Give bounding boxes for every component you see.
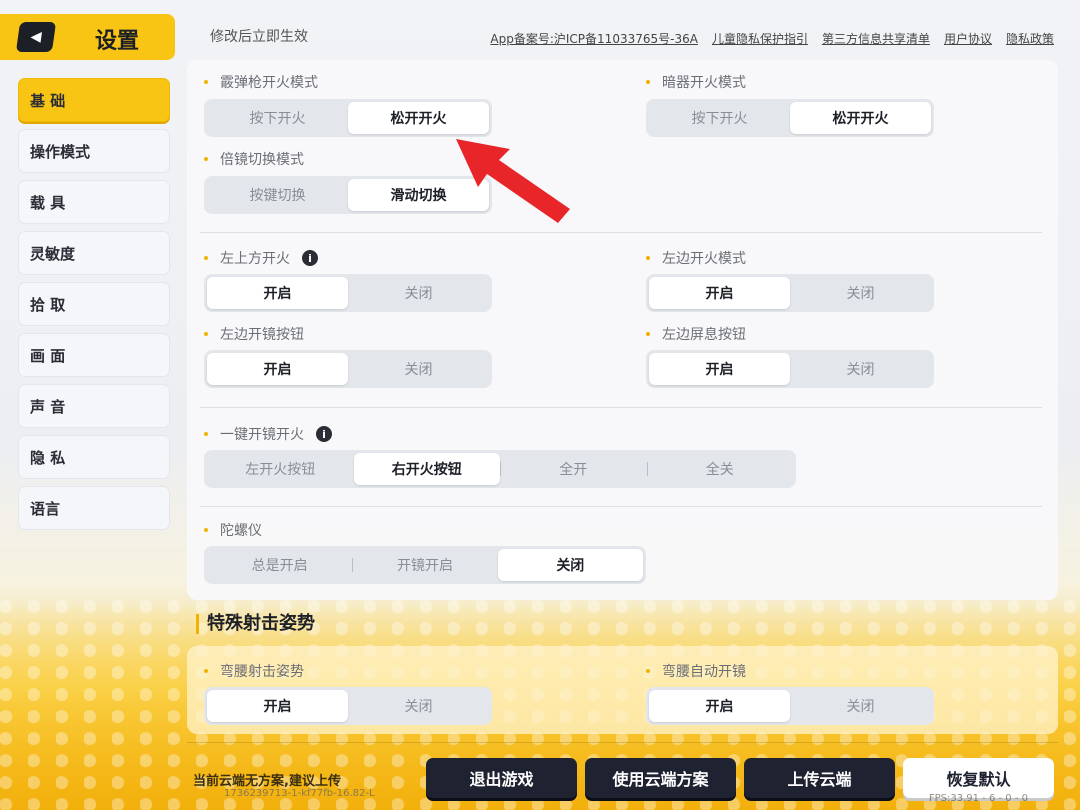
left-hold-breath-off[interactable]: 关闭	[790, 353, 931, 385]
link-user-agreement[interactable]: 用户协议	[944, 30, 992, 47]
gyro-off[interactable]: 关闭	[497, 549, 643, 581]
link-child-privacy[interactable]: 儿童隐私保护指引	[712, 30, 808, 47]
left-hold-breath-on[interactable]: 开启	[649, 353, 790, 385]
page-title: 设置	[95, 29, 140, 54]
crouch-auto-scope-off[interactable]: 关闭	[790, 690, 931, 722]
top-left-fire-label: 左上方开火 i	[204, 248, 318, 268]
shotgun-fire-toggle: 按下开火 松开开火	[204, 99, 492, 137]
left-hold-breath-label: 左边屏息按钮	[646, 324, 746, 344]
header-title-bar: ◀ 设置	[0, 14, 175, 60]
back-arrow-icon: ◀	[29, 29, 43, 45]
use-cloud-plan-button[interactable]: 使用云端方案	[585, 758, 736, 798]
throwable-fire-toggle: 按下开火 松开开火	[646, 99, 934, 137]
back-button[interactable]: ◀	[15, 22, 57, 52]
link-privacy-policy[interactable]: 隐私政策	[1006, 30, 1054, 47]
sidebar-item-audio[interactable]: 声 音	[18, 384, 170, 428]
crouch-auto-scope-label: 弯腰自动开镜	[646, 661, 746, 681]
throwable-option-release[interactable]: 松开开火	[790, 102, 931, 134]
one-tap-scope-fire-toggle: 左开火按钮 右开火按钮 全开 全关	[204, 450, 796, 488]
exit-game-button[interactable]: 退出游戏	[426, 758, 577, 798]
one-tap-all-on[interactable]: 全开	[500, 453, 647, 485]
top-left-fire-on[interactable]: 开启	[207, 277, 348, 309]
shotgun-option-release[interactable]: 松开开火	[348, 102, 489, 134]
bullet-dot	[646, 669, 650, 673]
throwable-label: 暗器开火模式	[646, 72, 746, 92]
bullet-dot	[204, 332, 208, 336]
scope-switch-toggle: 按键切换 滑动切换	[204, 176, 492, 214]
top-links: App备案号:沪ICP备11033765号-36A 儿童隐私保护指引 第三方信息…	[490, 30, 1054, 47]
red-arrow-icon	[456, 139, 570, 223]
left-scope-btn-toggle: 开启 关闭	[204, 350, 492, 388]
sidebar: 基 础 操作模式 载 具 灵敏度 拾 取 画 面 声 音 隐 私 语言	[18, 78, 170, 537]
gyro-always-on[interactable]: 总是开启	[207, 549, 352, 581]
cloud-id: 1736239713-1-kf77fb-16.82-L	[224, 788, 375, 799]
top-left-fire-toggle: 开启 关闭	[204, 274, 492, 312]
left-scope-btn-label: 左边开镜按钮	[204, 324, 304, 344]
footer-divider	[187, 742, 1058, 743]
bullet-dot	[204, 528, 208, 532]
shotgun-label: 霰弹枪开火模式	[204, 72, 318, 92]
sidebar-item-basic[interactable]: 基 础	[18, 78, 170, 122]
sidebar-item-control-mode[interactable]: 操作模式	[18, 129, 170, 173]
cloud-status-text: 当前云端无方案,建议上传	[193, 774, 341, 789]
divider	[200, 506, 1042, 507]
scope-switch-label: 倍镜切换模式	[204, 149, 304, 169]
sidebar-item-graphics[interactable]: 画 面	[18, 333, 170, 377]
one-tap-all-off[interactable]: 全关	[646, 453, 794, 485]
restore-default-button[interactable]: 恢复默认	[903, 758, 1054, 798]
special-section-title: 特殊射击姿势	[196, 614, 315, 634]
link-icp[interactable]: App备案号:沪ICP备11033765号-36A	[490, 30, 698, 47]
divider	[200, 232, 1042, 233]
link-third-party[interactable]: 第三方信息共享清单	[822, 30, 930, 47]
left-scope-btn-off[interactable]: 关闭	[348, 353, 489, 385]
sidebar-item-privacy[interactable]: 隐 私	[18, 435, 170, 479]
shotgun-option-press[interactable]: 按下开火	[207, 102, 348, 134]
bullet-dot	[204, 669, 208, 673]
upload-cloud-button[interactable]: 上传云端	[744, 758, 895, 798]
top-left-fire-off[interactable]: 关闭	[348, 277, 489, 309]
sidebar-item-pickup[interactable]: 拾 取	[18, 282, 170, 326]
crouch-auto-scope-toggle: 开启 关闭	[646, 687, 934, 725]
bullet-dot	[646, 256, 650, 260]
crouch-stance-toggle: 开启 关闭	[204, 687, 492, 725]
left-scope-btn-on[interactable]: 开启	[207, 353, 348, 385]
left-fire-mode-on[interactable]: 开启	[649, 277, 790, 309]
bullet-dot	[646, 80, 650, 84]
info-icon[interactable]: i	[302, 250, 318, 266]
sidebar-item-vehicle[interactable]: 载 具	[18, 180, 170, 224]
crouch-auto-scope-on[interactable]: 开启	[649, 690, 790, 722]
scope-option-button[interactable]: 按键切换	[207, 179, 348, 211]
one-tap-right-fire[interactable]: 右开火按钮	[353, 453, 500, 485]
bullet-dot	[646, 332, 650, 336]
crouch-stance-off[interactable]: 关闭	[348, 690, 489, 722]
apply-hint: 修改后立即生效	[210, 29, 308, 45]
gyro-scope-on[interactable]: 开镜开启	[352, 549, 497, 581]
bullet-dot	[204, 157, 208, 161]
gyro-label: 陀螺仪	[204, 520, 262, 540]
fps-readout: FPS:33.91 - 6 - 0 - 0	[928, 793, 1028, 804]
crouch-stance-on[interactable]: 开启	[207, 690, 348, 722]
sidebar-item-sensitivity[interactable]: 灵敏度	[18, 231, 170, 275]
crouch-stance-label: 弯腰射击姿势	[204, 661, 304, 681]
bullet-dot	[204, 432, 208, 436]
settings-panel	[187, 60, 1058, 600]
left-fire-mode-toggle: 开启 关闭	[646, 274, 934, 312]
throwable-option-press[interactable]: 按下开火	[649, 102, 790, 134]
info-icon[interactable]: i	[316, 426, 332, 442]
left-hold-breath-toggle: 开启 关闭	[646, 350, 934, 388]
left-fire-mode-off[interactable]: 关闭	[790, 277, 931, 309]
bullet-dot	[204, 80, 208, 84]
sidebar-item-language[interactable]: 语言	[18, 486, 170, 530]
gyro-toggle: 总是开启 开镜开启 关闭	[204, 546, 646, 584]
bullet-dot	[204, 256, 208, 260]
one-tap-left-fire[interactable]: 左开火按钮	[207, 453, 354, 485]
one-tap-scope-fire-label: 一键开镜开火 i	[204, 424, 332, 444]
divider	[200, 407, 1042, 408]
left-fire-mode-label: 左边开火模式	[646, 248, 746, 268]
